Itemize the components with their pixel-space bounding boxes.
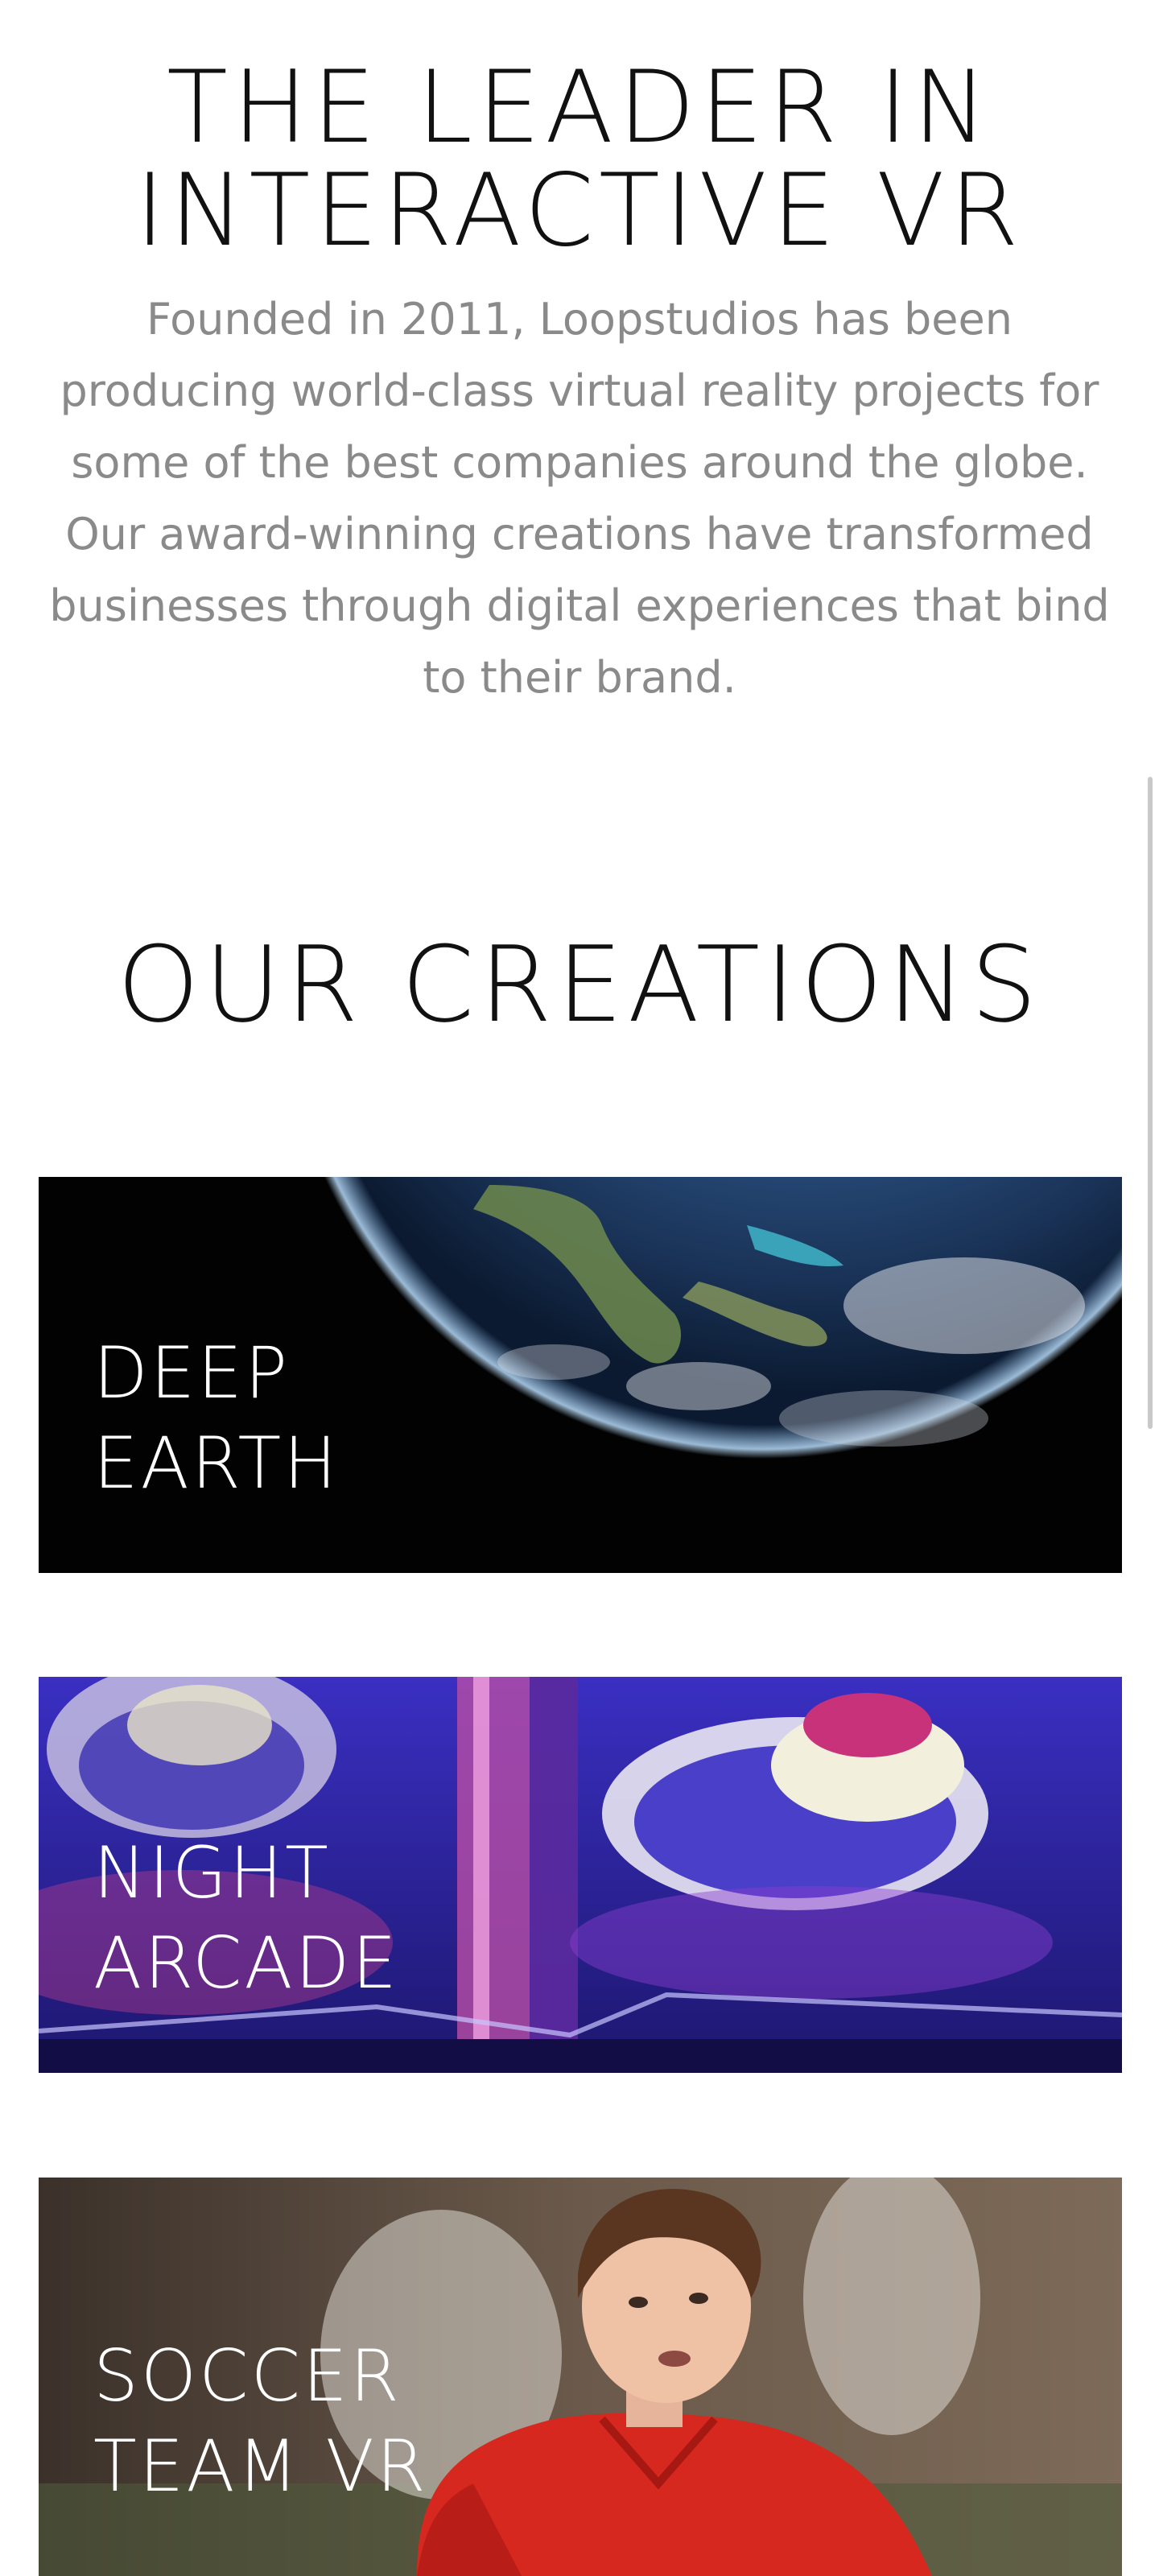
creation-label-deep-earth: DEEP EARTH bbox=[93, 1331, 340, 1505]
leader-title: THE LEADER IN INTERACTIVE VR bbox=[135, 50, 1024, 269]
creation-card-night-arcade[interactable]: NIGHT ARCADE bbox=[39, 1677, 1122, 2073]
creation-label-night-arcade: NIGHT ARCADE bbox=[93, 1831, 399, 2004]
leader-section: THE LEADER IN INTERACTIVE VR Founded in … bbox=[0, 56, 1159, 713]
creation-label-soccer-team-vr: SOCCER TEAM VR bbox=[93, 2334, 428, 2508]
creations-title: OUR CREATIONS bbox=[117, 923, 1042, 1046]
creation-card-soccer-team-vr[interactable]: SOCCER TEAM VR bbox=[39, 2178, 1122, 2576]
creation-card-deep-earth[interactable]: DEEP EARTH bbox=[39, 1177, 1122, 1573]
leader-description: Founded in 2011, Loopstudios has been pr… bbox=[49, 294, 1110, 703]
page-scrollbar[interactable] bbox=[1148, 777, 1153, 1429]
